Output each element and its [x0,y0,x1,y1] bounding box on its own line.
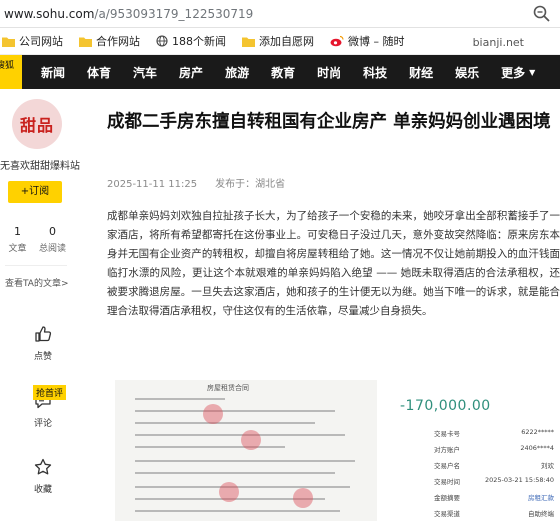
comment-label: 评论 [33,419,52,429]
nav-more-label: 更多 [501,65,526,80]
nav-item-travel[interactable]: 旅游 [225,64,249,81]
thumbs-up-icon [35,326,52,342]
nav-item-auto[interactable]: 汽车 [133,64,157,81]
bookmark-company[interactable]: 公司网站 [2,33,63,49]
stat-label: 总阅读 [38,244,66,254]
bookmark-right-text[interactable]: bianji.net [473,36,524,49]
folder-icon [242,36,255,47]
url-text[interactable]: www.sohu.com/a/953093179_122530719 [0,7,253,21]
bookmark-partner[interactable]: 合作网站 [79,33,140,49]
stat-articles: 1 文章 [0,225,35,254]
article-date: 2025-11-11 11:25 [107,179,198,190]
nav-more-button[interactable]: 更多 ▼ [501,64,535,81]
transfer-amount: -170,000.00 [400,398,491,414]
stat-value: 1 [14,225,21,238]
nav-item-sports[interactable]: 体育 [87,64,111,81]
transfer-receipt: -170,000.00 交易卡号 6222***** 对方账户 2406****4 … [390,370,560,521]
bookmark-label: 添加自愿网 [259,35,314,48]
globe-icon [156,35,168,47]
first-comment-badge[interactable]: 抢首评 [33,385,67,400]
stat-label: 文章 [8,244,27,254]
star-icon [34,458,52,475]
chevron-down-icon: ▼ [529,67,536,77]
author-name[interactable]: 无喜欢甜甜爆料站 [0,157,80,172]
nav-item-news[interactable]: 新闻 [41,64,65,81]
favorite-label: 收藏 [33,485,52,495]
article-meta: 2025-11-11 11:25 发布于：湖北省 [107,175,285,190]
url-path: /a/953093179_122530719 [94,6,254,21]
avatar[interactable]: 甜品 [12,99,62,149]
seal-stamp [219,482,239,502]
nav-item-fashion[interactable]: 时尚 [317,64,341,81]
nav-item-entertainment[interactable]: 娱乐 [455,64,479,81]
address-bar[interactable]: www.sohu.com/a/953093179_122530719 [0,0,560,28]
stat-reads: 0 总阅读 [35,225,70,254]
divider [5,265,67,266]
zoom-icon[interactable] [532,4,552,24]
url-host: www.sohu.com [4,6,95,21]
bookmark-news[interactable]: 188个新闻 [156,33,226,49]
sohu-logo[interactable]: 搜狐 [0,55,22,89]
like-button[interactable]: 点赞 [23,325,63,362]
folder-icon [79,36,92,47]
nav-item-finance[interactable]: 财经 [409,64,433,81]
nav-item-tech[interactable]: 科技 [363,64,387,81]
folder-icon [2,36,15,47]
article-source: 发布于：湖北省 [215,179,286,190]
seal-stamp [241,430,261,450]
top-nav: 搜狐 新闻 体育 汽车 房产 旅游 教育 时尚 科技 财经 娱乐 更多 ▼ [0,55,560,89]
seal-stamp [203,404,223,424]
stat-value: 0 [49,225,56,238]
logo-text: 搜狐 [0,61,15,71]
bookmark-label: 公司网站 [19,35,63,48]
seal-stamp [293,488,313,508]
bookmarks-bar: 公司网站 合作网站 188个新闻 添加自愿网 微博 – 随时 bianji.ne… [0,28,560,55]
bookmark-weibo[interactable]: 微博 – 随时 [330,33,405,49]
favorite-button[interactable]: 收藏 [23,458,63,495]
article-body: 成都单亲妈妈刘欢独自拉扯孩子长大，为了给孩子一个安稳的未来，她咬牙拿出全部积蓄接… [107,210,560,317]
author-stats: 1 文章 0 总阅读 [0,225,70,254]
more-articles-link[interactable]: 查看TA的文章> [5,276,69,289]
bookmark-label: 合作网站 [96,35,140,48]
contract-title: 房屋租赁合同 [207,384,249,392]
weibo-icon [330,35,344,47]
nav-item-house[interactable]: 房产 [179,64,203,81]
bookmark-label: 微博 – 随时 [348,35,405,48]
like-label: 点赞 [33,352,52,362]
author-sidebar: 甜品 无喜欢甜甜爆料站 +订阅 1 文章 0 总阅读 查看TA的文章> 点赞 评… [0,89,80,521]
article-image[interactable]: 房屋租赁合同 -170,000.00 交易卡号 6222***** 对方账户 240… [107,370,560,521]
subscribe-button[interactable]: +订阅 [8,181,62,203]
bookmark-label: 188个新闻 [172,35,226,48]
nav-item-education[interactable]: 教育 [271,64,295,81]
contract-photo: 房屋租赁合同 [115,380,377,521]
article-title: 成都二手房东擅自转租国有企业房产 单亲妈妈创业遇困境 [107,112,551,132]
bookmark-add[interactable]: 添加自愿网 [242,33,314,49]
avatar-text: 甜品 [19,116,54,135]
